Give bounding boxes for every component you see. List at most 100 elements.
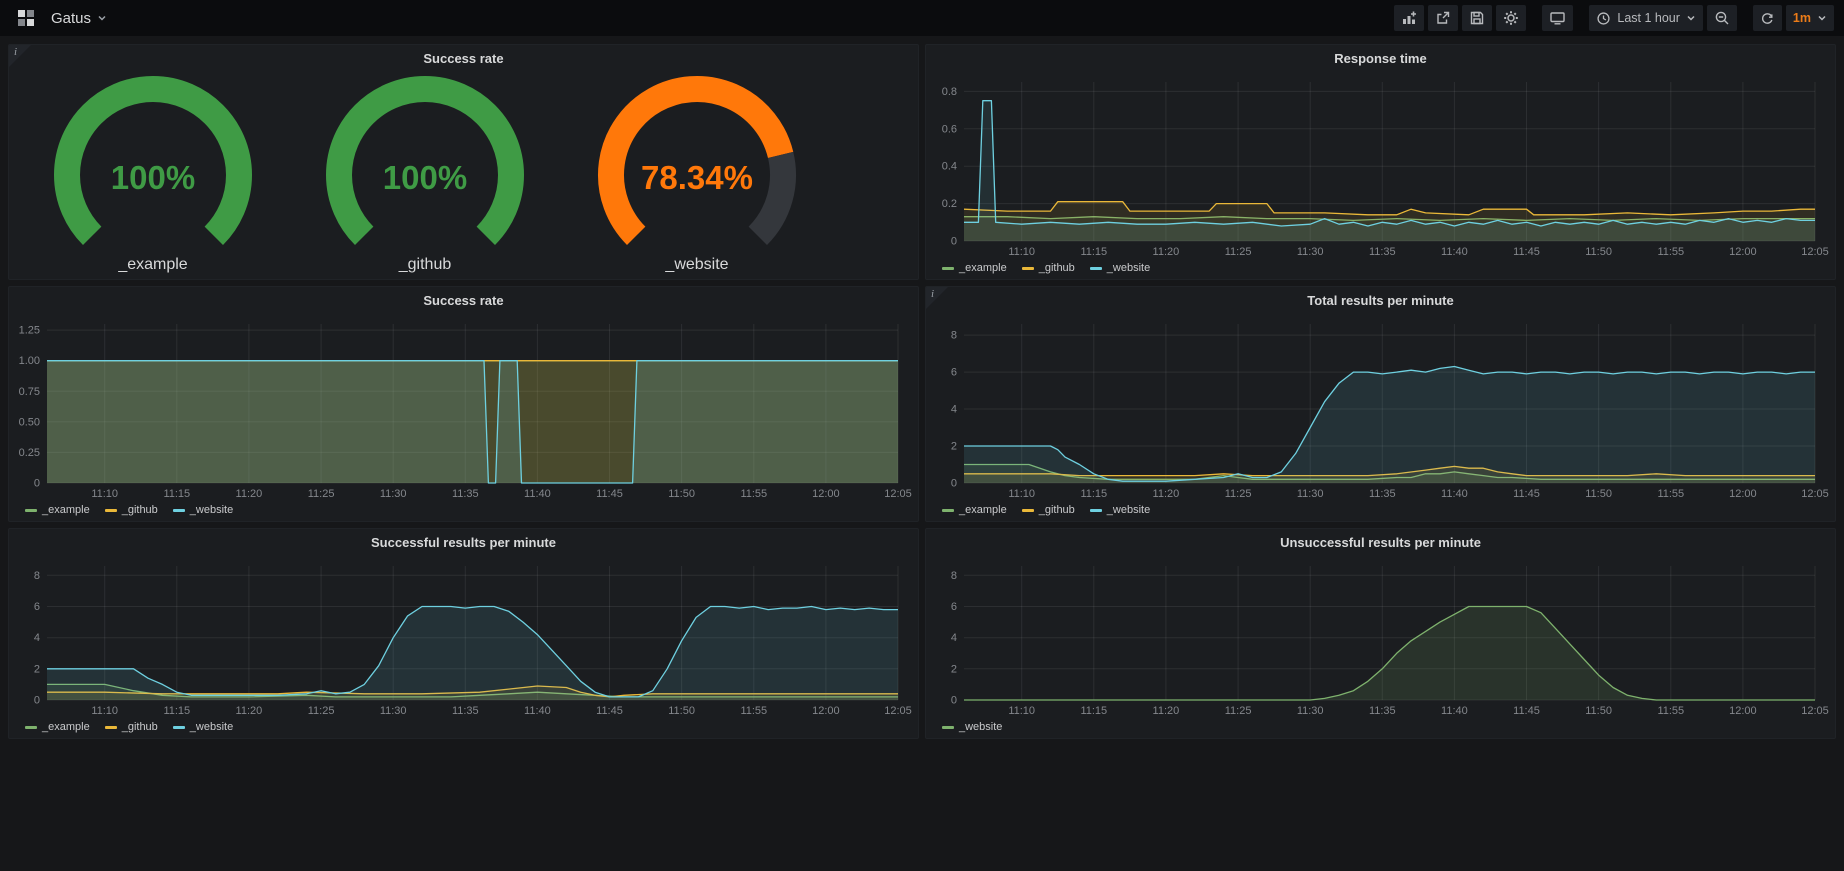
refresh-icon bbox=[1760, 11, 1775, 26]
save-dashboard-button[interactable] bbox=[1462, 5, 1492, 31]
panel-header[interactable]: Total results per minute bbox=[926, 287, 1835, 314]
panel-header[interactable]: Successful results per minute bbox=[9, 529, 918, 556]
svg-text:12:05: 12:05 bbox=[884, 488, 912, 500]
legend-item-_example[interactable]: _example bbox=[25, 721, 90, 733]
svg-text:11:25: 11:25 bbox=[1225, 246, 1252, 258]
svg-text:1.00: 1.00 bbox=[19, 355, 40, 367]
cycle-view-mode-button[interactable] bbox=[1542, 5, 1573, 31]
unsuccessful-results-chart[interactable]: 0246811:1011:1511:2011:2511:3011:3511:40… bbox=[930, 556, 1831, 718]
panel-title[interactable]: Total results per minute bbox=[1307, 293, 1453, 308]
legend-item-_github[interactable]: _github bbox=[1022, 504, 1075, 516]
panel-response-time: Response time 00.20.40.60.811:1011:1511:… bbox=[925, 44, 1836, 280]
legend-item-_website[interactable]: _website bbox=[173, 504, 233, 516]
svg-text:2: 2 bbox=[34, 663, 40, 675]
svg-text:11:25: 11:25 bbox=[1225, 488, 1252, 500]
panel-success-rate-gauges: i Success rate 100%_example100%_github78… bbox=[8, 44, 919, 280]
svg-text:78.34%: 78.34% bbox=[641, 159, 753, 196]
svg-text:11:45: 11:45 bbox=[596, 488, 623, 500]
dashboards-grid-icon-button[interactable] bbox=[10, 5, 42, 31]
panel-unsuccessful-results: Unsuccessful results per minute 0246811:… bbox=[925, 528, 1836, 739]
panel-header[interactable]: Unsuccessful results per minute bbox=[926, 529, 1835, 556]
panel-header[interactable]: Success rate bbox=[9, 287, 918, 314]
svg-text:11:55: 11:55 bbox=[1657, 488, 1684, 500]
time-range-picker[interactable]: Last 1 hour bbox=[1589, 5, 1703, 31]
gauge-label: _github bbox=[399, 256, 452, 274]
panel-title[interactable]: Successful results per minute bbox=[371, 535, 556, 550]
gear-icon bbox=[1503, 10, 1519, 26]
svg-text:11:15: 11:15 bbox=[163, 705, 190, 717]
panel-title[interactable]: Unsuccessful results per minute bbox=[1280, 535, 1481, 550]
refresh-interval-dropdown[interactable]: 1m bbox=[1786, 5, 1834, 31]
refresh-button[interactable] bbox=[1753, 5, 1782, 31]
svg-text:11:10: 11:10 bbox=[91, 705, 118, 717]
panel-info-icon[interactable]: i bbox=[9, 45, 31, 67]
svg-text:6: 6 bbox=[34, 601, 40, 613]
svg-text:11:50: 11:50 bbox=[1585, 705, 1612, 717]
response-time-chart[interactable]: 00.20.40.60.811:1011:1511:2011:2511:3011… bbox=[930, 72, 1831, 259]
chart-legend: _example _github _website bbox=[13, 718, 914, 736]
share-icon bbox=[1435, 10, 1451, 26]
svg-text:100%: 100% bbox=[383, 159, 467, 196]
navbar: Gatus bbox=[0, 0, 1844, 36]
success-rate-gauges[interactable]: 100%_example100%_github78.34%_website bbox=[13, 72, 914, 277]
caret-down-icon bbox=[1817, 13, 1827, 23]
grid-icon bbox=[17, 9, 35, 27]
svg-text:11:25: 11:25 bbox=[308, 488, 335, 500]
add-panel-icon bbox=[1401, 10, 1417, 26]
legend-item-_example[interactable]: _example bbox=[25, 504, 90, 516]
svg-text:11:45: 11:45 bbox=[596, 705, 623, 717]
svg-text:0.8: 0.8 bbox=[942, 86, 957, 98]
svg-text:0.2: 0.2 bbox=[942, 198, 957, 210]
svg-text:12:00: 12:00 bbox=[1729, 488, 1757, 500]
add-panel-button[interactable] bbox=[1394, 5, 1424, 31]
successful-results-chart[interactable]: 0246811:1011:1511:2011:2511:3011:3511:40… bbox=[13, 556, 914, 718]
panel-title[interactable]: Success rate bbox=[423, 51, 503, 66]
svg-text:0: 0 bbox=[34, 478, 40, 490]
panel-header[interactable]: Success rate bbox=[9, 45, 918, 72]
svg-text:11:55: 11:55 bbox=[740, 705, 767, 717]
svg-text:11:20: 11:20 bbox=[236, 488, 263, 500]
legend-item-_website[interactable]: _website bbox=[1090, 262, 1150, 274]
legend-item-_website[interactable]: _website bbox=[942, 721, 1002, 733]
svg-text:11:40: 11:40 bbox=[524, 488, 551, 500]
svg-text:11:35: 11:35 bbox=[1369, 488, 1396, 500]
legend-item-_example[interactable]: _example bbox=[942, 262, 1007, 274]
panel-title[interactable]: Success rate bbox=[423, 293, 503, 308]
svg-text:12:05: 12:05 bbox=[1801, 246, 1829, 258]
svg-text:11:15: 11:15 bbox=[1080, 488, 1107, 500]
dashboard-grid: i Success rate 100%_example100%_github78… bbox=[0, 36, 1844, 747]
success-rate-chart[interactable]: 00.250.500.751.001.2511:1011:1511:2011:2… bbox=[13, 314, 914, 501]
svg-text:11:40: 11:40 bbox=[1441, 246, 1468, 258]
zoom-out-time-button[interactable] bbox=[1707, 5, 1737, 31]
panel-title[interactable]: Response time bbox=[1334, 51, 1426, 66]
svg-text:0.75: 0.75 bbox=[19, 386, 40, 398]
legend-item-_github[interactable]: _github bbox=[105, 504, 158, 516]
svg-text:11:10: 11:10 bbox=[1008, 705, 1035, 717]
svg-text:11:50: 11:50 bbox=[1585, 246, 1612, 258]
caret-down-icon bbox=[1686, 13, 1696, 23]
svg-text:2: 2 bbox=[951, 663, 957, 675]
dashboard-title-dropdown[interactable]: Gatus bbox=[51, 10, 107, 27]
svg-text:100%: 100% bbox=[111, 159, 195, 196]
svg-text:12:00: 12:00 bbox=[1729, 705, 1757, 717]
svg-text:0.4: 0.4 bbox=[942, 161, 957, 173]
legend-item-_github[interactable]: _github bbox=[105, 721, 158, 733]
share-dashboard-button[interactable] bbox=[1428, 5, 1458, 31]
total-results-chart[interactable]: 0246811:1011:1511:2011:2511:3011:3511:40… bbox=[930, 314, 1831, 501]
legend-item-_website[interactable]: _website bbox=[1090, 504, 1150, 516]
panel-info-icon[interactable]: i bbox=[926, 287, 948, 309]
svg-text:11:30: 11:30 bbox=[380, 705, 407, 717]
svg-text:11:45: 11:45 bbox=[1513, 246, 1540, 258]
dashboard-settings-button[interactable] bbox=[1496, 5, 1526, 31]
panel-header[interactable]: Response time bbox=[926, 45, 1835, 72]
gauge-_example: 100%_example bbox=[17, 75, 289, 274]
svg-text:4: 4 bbox=[951, 632, 957, 644]
chart-legend: _example _github _website bbox=[13, 501, 914, 519]
svg-text:0: 0 bbox=[951, 478, 957, 490]
caret-down-icon bbox=[97, 13, 107, 23]
svg-text:8: 8 bbox=[951, 330, 957, 342]
svg-text:11:35: 11:35 bbox=[1369, 705, 1396, 717]
legend-item-_example[interactable]: _example bbox=[942, 504, 1007, 516]
legend-item-_github[interactable]: _github bbox=[1022, 262, 1075, 274]
legend-item-_website[interactable]: _website bbox=[173, 721, 233, 733]
